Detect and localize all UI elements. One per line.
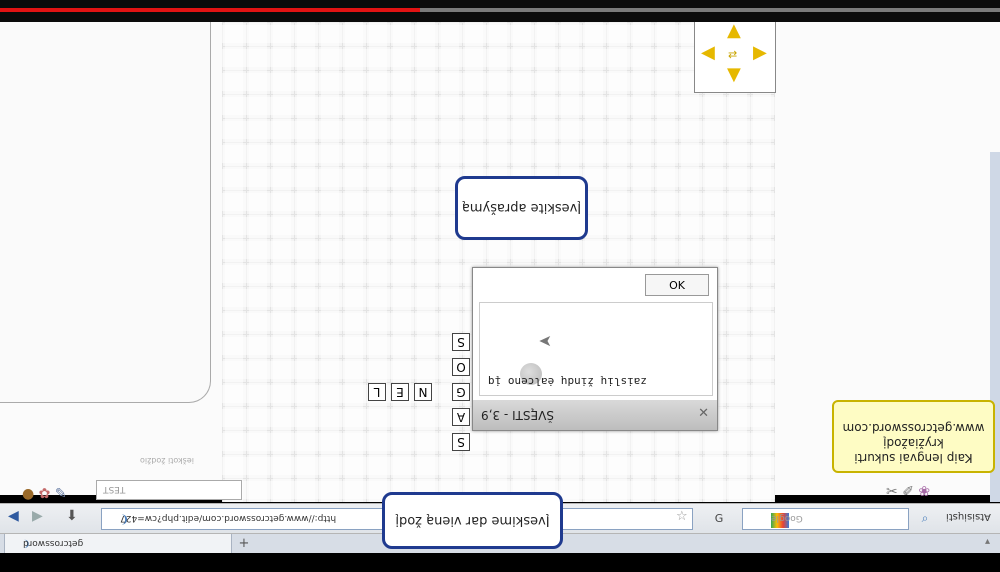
letter-tile[interactable]: E bbox=[391, 383, 409, 401]
download-menu[interactable]: Atsisiųsti bbox=[946, 511, 991, 522]
clue-typed-text: zaislių žindų ėalceno įq bbox=[488, 375, 647, 388]
bookmark-star-icon[interactable]: ☆ bbox=[676, 509, 688, 524]
arrow-left-icon[interactable]: ◀ bbox=[701, 44, 715, 62]
download-icon[interactable]: ⬇ bbox=[66, 508, 78, 528]
flower-icon[interactable]: ❀ bbox=[918, 484, 930, 500]
letter-tile[interactable]: O bbox=[452, 358, 470, 376]
clue-dialog: OK ➤ zaislių žindų ėalceno įq ŠVĘSTI - 3… bbox=[472, 267, 718, 431]
word-search-input[interactable]: TEST bbox=[96, 480, 242, 500]
arrow-right-icon[interactable]: ▶ bbox=[753, 44, 767, 62]
back-icon[interactable]: ◀ bbox=[8, 508, 19, 528]
dialog-title: ŠVĘSTI - 3,9 bbox=[481, 408, 554, 422]
brain-icon[interactable]: ✿ bbox=[39, 486, 51, 502]
tab-title: getcrossword bbox=[23, 538, 84, 548]
clue-textarea[interactable]: ➤ zaislių žindų ėalceno įq bbox=[479, 302, 713, 396]
tab-list-icon[interactable]: ▴ bbox=[985, 536, 990, 547]
left-panel bbox=[0, 22, 211, 403]
dialog-titlebar: ŠVĘSTI - 3,9 ✕ bbox=[473, 400, 717, 430]
tab-getcrossword[interactable]: ❨ getcrossword bbox=[4, 534, 232, 554]
arrow-down-icon[interactable]: ▼ bbox=[727, 66, 741, 84]
go-button[interactable]: G bbox=[708, 508, 730, 528]
promo-line-2: kryžiažodį bbox=[883, 436, 944, 450]
swap-direction-icon[interactable]: ⇄ bbox=[728, 46, 737, 64]
letter-tile[interactable]: A bbox=[452, 408, 470, 426]
right-toolbar-icons: ✂ ✐ ❀ bbox=[886, 484, 930, 500]
word-search-hint: ieškoti žodžio bbox=[140, 456, 194, 465]
callout-description-text: Įveskite aprašymą bbox=[461, 200, 582, 216]
mouse-cursor-icon: ➤ bbox=[538, 332, 552, 351]
promo-callout: Kaip lengvai sukurti kryžiažodį www.getc… bbox=[832, 400, 995, 473]
tutorial-callout-description: Įveskite aprašymą bbox=[455, 176, 588, 240]
search-box-placeholder: Google bbox=[771, 513, 803, 523]
brush-icon[interactable]: ✎ bbox=[55, 486, 67, 502]
promo-line-3: www.getcrossword.com bbox=[842, 421, 985, 435]
letter-tile[interactable]: S bbox=[452, 433, 470, 451]
direction-pad[interactable]: ▲ ◀ ⇄ ▶ ▼ bbox=[694, 22, 776, 93]
forward-icon[interactable]: ▶ bbox=[32, 508, 43, 528]
pencil-icon[interactable]: ✐ bbox=[902, 484, 914, 500]
word-search-placeholder: TEST bbox=[103, 484, 126, 494]
callout-word-text: Įveskime dar vieną žodį bbox=[395, 513, 550, 528]
search-box[interactable]: Google bbox=[742, 508, 909, 530]
tutorial-callout-word: Įveskime dar vieną žodį bbox=[382, 492, 563, 549]
pin-icon[interactable]: ● bbox=[22, 486, 34, 502]
video-progress-remaining bbox=[420, 8, 1000, 12]
new-tab-button[interactable]: + bbox=[234, 536, 254, 551]
video-letterbox bbox=[0, 553, 1000, 572]
toolbar-icons: ● ✿ ✎ bbox=[22, 486, 67, 502]
video-progress-fill bbox=[0, 8, 420, 12]
letter-tile[interactable]: L bbox=[368, 383, 386, 401]
letter-tile[interactable]: G bbox=[452, 383, 470, 401]
letter-tile[interactable]: N bbox=[414, 383, 432, 401]
promo-line-1: Kaip lengvai sukurti bbox=[854, 451, 973, 465]
scissors-icon[interactable]: ✂ bbox=[886, 484, 898, 500]
close-icon[interactable]: ✕ bbox=[698, 406, 709, 421]
address-bar-url: http://www.getcrossword.com/edit.php?cw=… bbox=[120, 513, 337, 523]
search-icon[interactable]: ⌕ bbox=[914, 508, 936, 528]
letter-tile[interactable]: S bbox=[452, 333, 470, 351]
ok-button[interactable]: OK bbox=[645, 274, 709, 296]
video-progress-bar[interactable] bbox=[0, 0, 1000, 22]
arrow-up-icon[interactable]: ▲ bbox=[727, 22, 741, 40]
video-frame: ▲ ◀ ⇄ ▶ ▼ Įveskite aprašymą Kaip lengvai… bbox=[0, 0, 1000, 572]
